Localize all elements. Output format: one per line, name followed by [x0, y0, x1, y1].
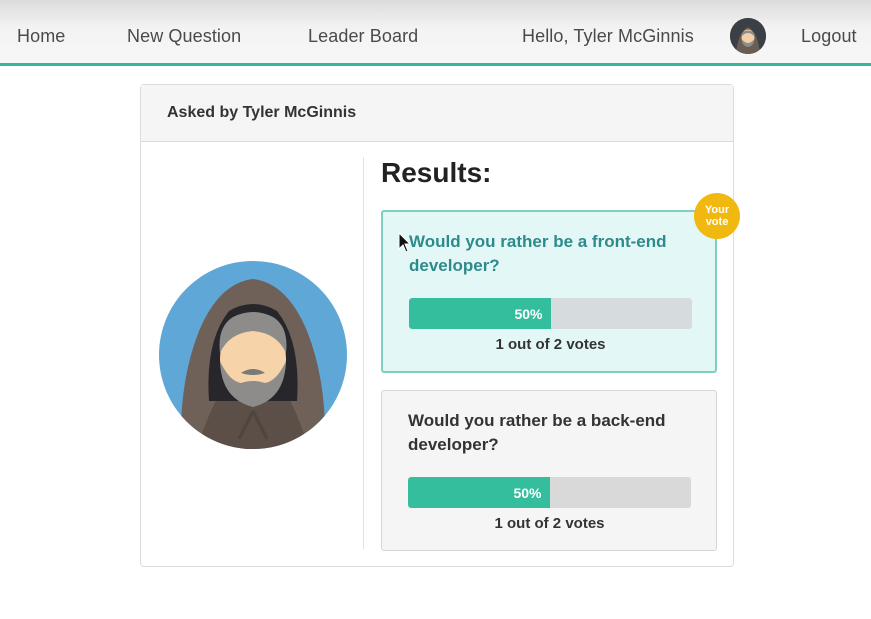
user-greeting: Hello, Tyler McGinnis	[522, 26, 694, 46]
option-1-text: Would you rather be a front-end develope…	[409, 232, 667, 275]
your-vote-badge: Your vote	[694, 193, 740, 239]
results-title: Results:	[381, 157, 492, 188]
result-option-1: Would you rather be a front-end develope…	[381, 210, 717, 373]
option-2-progress-bar: 50%	[408, 477, 691, 508]
option-1-vote-count: 1 out of 2 votes	[495, 336, 606, 353]
card-header: Asked by Tyler McGinnis	[141, 85, 733, 142]
nav-new-question-link[interactable]: New Question	[127, 26, 241, 47]
nav-home-link[interactable]: Home	[17, 26, 65, 47]
nav-leader-board-link[interactable]: Leader Board	[308, 26, 418, 47]
top-nav: Home New Question Leader Board Hello, Ty…	[0, 0, 871, 66]
option-2-percent: 50%	[513, 485, 542, 501]
user-avatar-icon	[730, 18, 766, 54]
result-option-2: Would you rather be a back-end developer…	[381, 390, 717, 551]
nav-logout-link[interactable]: Logout	[801, 26, 857, 47]
asked-by-label: Asked by Tyler McGinnis	[167, 104, 357, 121]
option-2-progress-fill: 50%	[408, 477, 550, 508]
mouse-pointer-icon	[398, 231, 412, 254]
author-avatar-icon	[159, 261, 347, 449]
vertical-divider	[363, 157, 364, 549]
question-card: Asked by Tyler McGinnis Results: Would y…	[140, 84, 740, 567]
option-2-text: Would you rather be a back-end developer…	[408, 411, 666, 454]
option-1-progress-bar: 50%	[409, 298, 692, 329]
option-1-percent: 50%	[514, 306, 543, 322]
option-2-vote-count: 1 out of 2 votes	[494, 515, 605, 532]
option-1-progress-fill: 50%	[409, 298, 551, 329]
